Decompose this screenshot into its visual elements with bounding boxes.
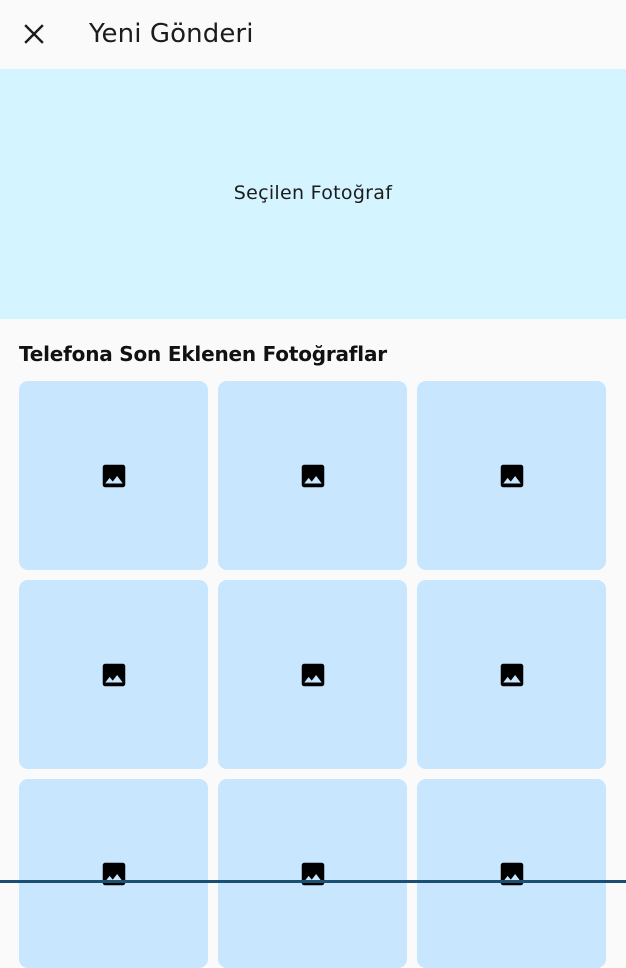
photo-thumbnail[interactable] <box>218 580 407 769</box>
image-icon <box>500 862 523 885</box>
app-bar: Yeni Gönderi <box>0 0 626 68</box>
photo-thumbnail[interactable] <box>417 381 606 570</box>
close-icon <box>24 24 44 44</box>
image-icon <box>102 464 125 487</box>
close-button[interactable] <box>14 14 54 54</box>
image-icon <box>301 663 324 686</box>
image-icon <box>301 464 324 487</box>
selected-photo-label: Seçilen Fotoğraf <box>233 182 393 204</box>
selected-photo-preview: Seçilen Fotoğraf <box>0 69 626 319</box>
photo-thumbnail[interactable] <box>218 779 407 968</box>
photo-thumbnail[interactable] <box>19 779 208 968</box>
photo-thumbnail[interactable] <box>218 381 407 570</box>
page-title: Yeni Gönderi <box>89 19 254 49</box>
photo-thumbnail[interactable] <box>417 779 606 968</box>
recent-photos-heading: Telefona Son Eklenen Fotoğraflar <box>19 342 387 366</box>
image-icon <box>102 663 125 686</box>
image-icon <box>500 663 523 686</box>
image-icon <box>301 862 324 885</box>
photo-thumbnail[interactable] <box>417 580 606 769</box>
image-icon <box>102 862 125 885</box>
photo-thumbnail[interactable] <box>19 381 208 570</box>
photo-thumbnail[interactable] <box>19 580 208 769</box>
image-icon <box>500 464 523 487</box>
